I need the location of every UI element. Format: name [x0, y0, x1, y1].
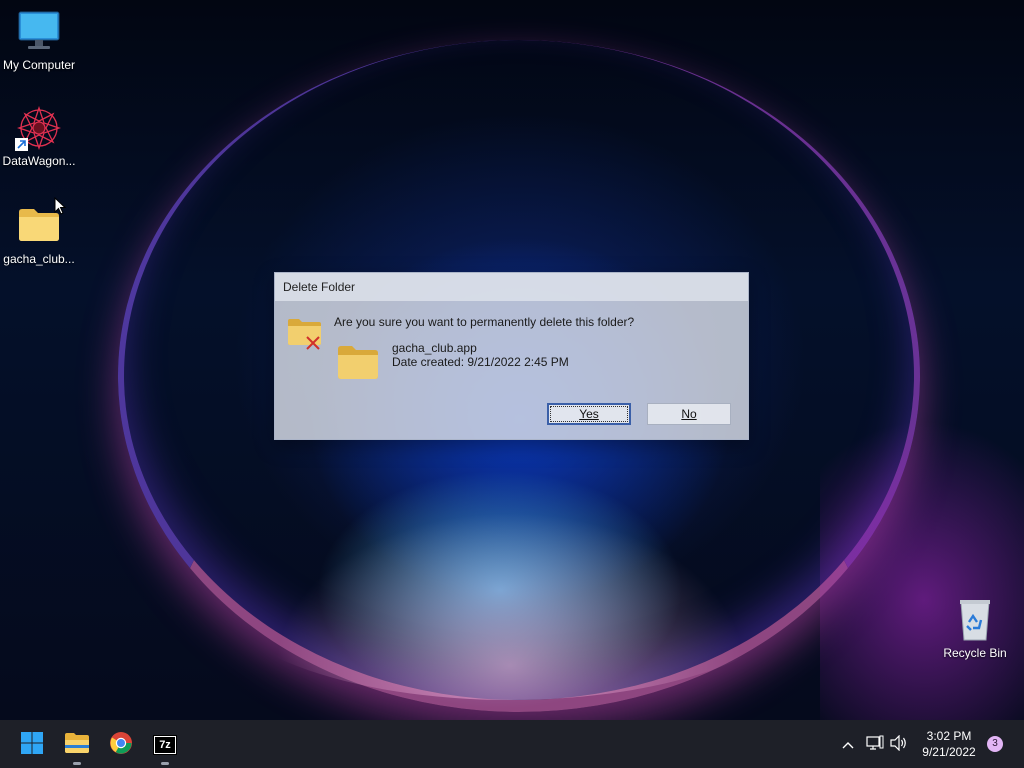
start-button[interactable] — [15, 728, 49, 762]
desktop-icon-label: gacha_club... — [3, 252, 75, 266]
yes-button[interactable]: Yes — [547, 403, 631, 425]
delete-folder-icon — [287, 315, 323, 351]
dialog-title: Delete Folder — [275, 273, 748, 301]
wallpaper-glow-right — [820, 420, 1024, 720]
file-date-created: Date created: 9/21/2022 2:45 PM — [392, 355, 569, 369]
7zip-icon: 7z — [153, 735, 177, 755]
desktop-icon-label: DataWagon... — [2, 154, 76, 168]
network-icon — [866, 735, 884, 756]
running-indicator — [73, 762, 81, 765]
no-button[interactable]: No — [647, 403, 731, 425]
file-explorer-icon — [64, 732, 90, 759]
start-icon — [20, 731, 44, 760]
datawagon-app-icon — [15, 105, 62, 151]
running-indicator — [161, 762, 169, 765]
clock-time: 3:02 PM — [926, 729, 972, 743]
file-name: gacha_club.app — [392, 341, 477, 355]
chrome-icon — [109, 731, 133, 760]
volume-button[interactable] — [888, 728, 910, 762]
desktop-icon-datawagon[interactable]: DataWagon... — [0, 105, 78, 168]
desktop-icon-my-computer[interactable]: My Computer — [0, 10, 78, 72]
taskbar-7zip[interactable]: 7z — [148, 728, 182, 765]
yes-button-label: Yes — [550, 406, 628, 422]
dialog-question: Are you sure you want to permanently del… — [334, 315, 635, 329]
shortcut-arrow-icon — [15, 138, 28, 151]
no-button-label: No — [681, 407, 697, 421]
network-button[interactable] — [864, 728, 886, 762]
monitor-icon — [17, 10, 61, 54]
desktop-icon-label: My Computer — [2, 58, 76, 72]
speaker-icon — [890, 734, 908, 756]
delete-folder-dialog: Delete Folder Are you sure you want to p… — [274, 272, 749, 440]
desktop-icon-gacha-club-folder[interactable]: gacha_club... — [0, 204, 78, 266]
mouse-cursor-icon — [54, 196, 67, 220]
clock-date: 9/21/2022 — [922, 745, 976, 759]
7zip-icon-text: 7z — [155, 737, 175, 753]
folder-icon — [336, 343, 380, 381]
taskbar-file-explorer[interactable] — [60, 728, 94, 765]
taskbar-chrome[interactable] — [104, 728, 138, 762]
taskbar-clock[interactable]: 3:02 PM 9/21/2022 — [912, 728, 986, 760]
taskbar: 7z 3:02 PM 9/21/2022 — [0, 720, 1024, 768]
wallpaper-glow — [210, 470, 810, 700]
desktop-icon-recycle-bin[interactable]: Recycle Bin — [936, 598, 1014, 660]
show-hidden-icons-button[interactable] — [838, 728, 858, 762]
chevron-up-icon — [842, 736, 854, 754]
desktop-icon-label: Recycle Bin — [943, 646, 1007, 660]
notification-badge[interactable]: 3 — [987, 736, 1003, 752]
recycle-bin-icon — [953, 598, 997, 642]
